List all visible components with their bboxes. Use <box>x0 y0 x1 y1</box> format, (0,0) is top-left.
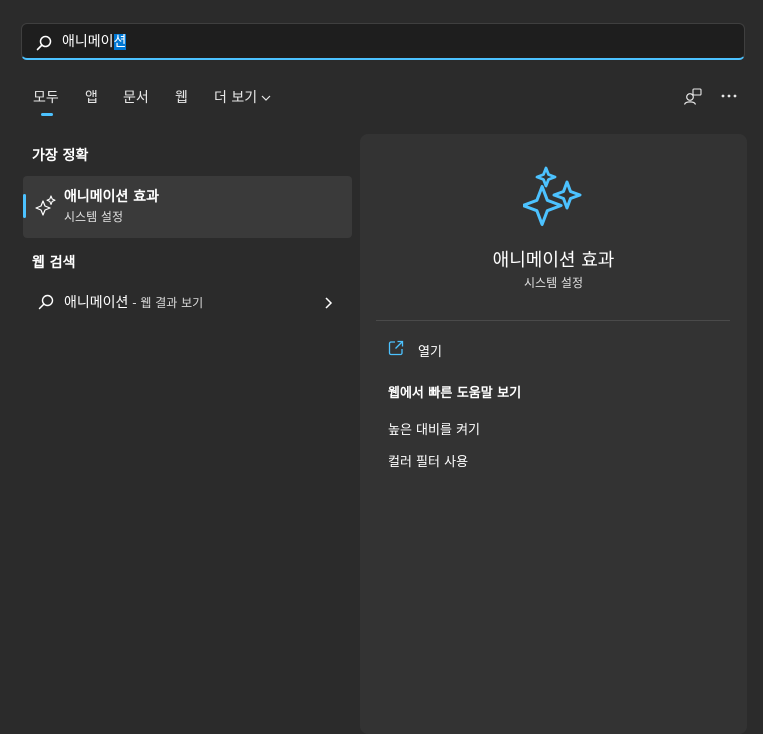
tab-all[interactable]: 모두 <box>33 88 59 116</box>
preview-subtitle: 시스템 설정 <box>523 276 583 290</box>
tab-more[interactable]: 더 보기 <box>214 88 271 108</box>
open-external-icon <box>388 340 404 360</box>
help-link-high-contrast[interactable]: 높은 대비를 켜기 <box>388 419 480 438</box>
tab-more-label: 더 보기 <box>214 90 258 106</box>
preview-divider <box>376 320 730 321</box>
open-button[interactable]: 열기 <box>388 340 442 360</box>
web-result-label: 애니메이션 - 웹 결과 보기 <box>64 292 203 312</box>
sparkle-icon <box>35 195 57 221</box>
search-typed-text: 애니메이 <box>62 34 114 50</box>
preview-title: 애니메이션 효과 <box>492 250 615 271</box>
best-match-subtitle: 시스템 설정 <box>64 210 124 224</box>
search-selected-text: 션 <box>113 34 127 50</box>
web-result-item[interactable]: 애니메이션 - 웹 결과 보기 <box>23 288 352 316</box>
chevron-right-icon <box>323 295 333 314</box>
web-search-heading: 웹 검색 <box>32 255 76 271</box>
quick-help-heading: 웹에서 빠른 도움말 보기 <box>388 386 522 401</box>
tab-apps[interactable]: 앱 <box>85 88 98 108</box>
search-icon <box>37 293 55 315</box>
best-match-heading: 가장 정확 <box>32 148 89 164</box>
tab-web[interactable]: 웹 <box>175 88 188 108</box>
chevron-down-icon <box>261 88 271 108</box>
tab-all-label: 모두 <box>33 90 59 106</box>
open-label: 열기 <box>418 344 442 360</box>
search-icon <box>35 34 53 56</box>
search-input[interactable]: 애니메이션 <box>62 33 127 51</box>
web-result-suffix: - 웹 결과 보기 <box>128 296 204 310</box>
sparkle-icon <box>521 166 583 236</box>
tab-web-label: 웹 <box>175 90 188 106</box>
selection-accent <box>23 194 26 218</box>
preview-pane: 애니메이션 효과 시스템 설정 열기 웹에서 빠른 도움말 보기 높은 대비를 … <box>360 134 747 734</box>
best-match-title: 애니메이션 효과 <box>64 189 160 205</box>
tab-documents[interactable]: 문서 <box>123 88 149 108</box>
account-switch-icon[interactable] <box>683 86 703 110</box>
tab-apps-label: 앱 <box>85 90 98 106</box>
search-box[interactable]: 애니메이션 <box>21 23 745 60</box>
web-result-query: 애니메이션 <box>64 295 129 311</box>
more-options-icon[interactable] <box>720 86 738 110</box>
tab-documents-label: 문서 <box>123 90 149 106</box>
active-tab-indicator <box>41 113 53 116</box>
best-match-item[interactable]: 애니메이션 효과 시스템 설정 <box>23 176 352 238</box>
help-link-color-filter[interactable]: 컬러 필터 사용 <box>388 451 468 470</box>
